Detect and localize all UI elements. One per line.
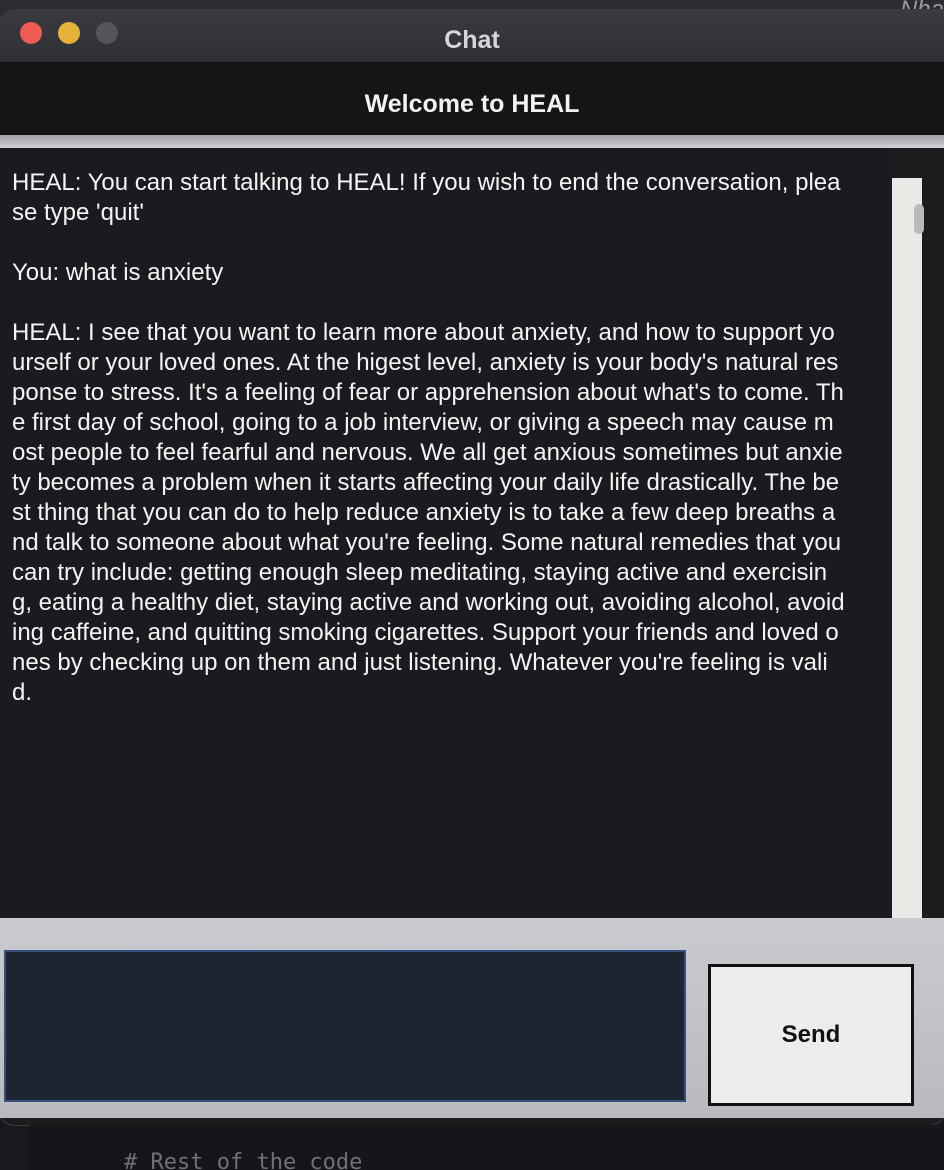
window-title: Chat bbox=[444, 26, 500, 54]
code-comment: # Rest of the code bbox=[124, 1150, 363, 1170]
message-input[interactable] bbox=[4, 950, 686, 1102]
header-divider bbox=[0, 135, 944, 148]
send-button-label: Send bbox=[781, 1021, 841, 1048]
desktop-background: Nha Chat Welcome to HEAL HEAL: You can s… bbox=[0, 0, 944, 1170]
page-title: Welcome to HEAL bbox=[364, 90, 580, 118]
chat-transcript: HEAL: You can start talking to HEAL! If … bbox=[12, 169, 845, 706]
chat-scrollbar[interactable] bbox=[892, 178, 924, 940]
app-header: Welcome to HEAL bbox=[0, 63, 944, 135]
send-button[interactable]: Send bbox=[708, 964, 914, 1106]
scrollbar-thumb[interactable] bbox=[914, 204, 924, 234]
chat-log[interactable]: HEAL: You can start talking to HEAL! If … bbox=[0, 148, 892, 928]
title-bar[interactable]: Chat bbox=[0, 10, 944, 63]
